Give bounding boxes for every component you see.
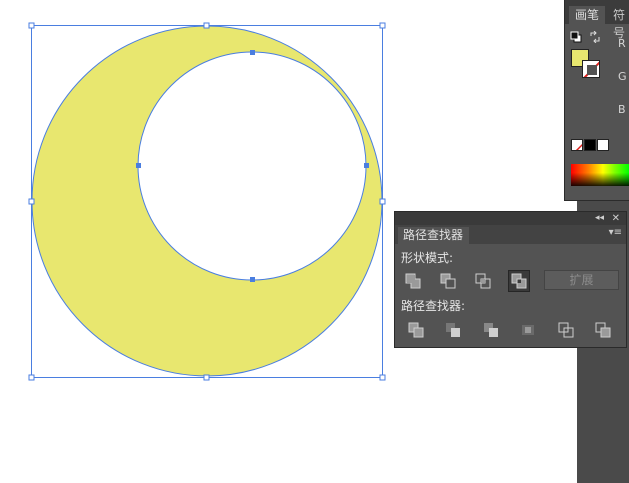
trim-button[interactable]: [442, 319, 464, 341]
minus-back-icon: [595, 322, 611, 338]
outline-button[interactable]: [555, 319, 577, 341]
unite-icon: [405, 273, 421, 289]
stroke-swatch[interactable]: [582, 60, 600, 78]
pathfinder-panel: ◂◂ ✕ 路径查找器 ▾≡ 形状模式: 扩展 路径查找器:: [394, 211, 627, 348]
anchor-point[interactable]: [364, 163, 369, 168]
bbox-handle-bottom-right[interactable]: [379, 374, 386, 381]
minus-front-button[interactable]: [437, 270, 459, 292]
merge-button[interactable]: [480, 319, 502, 341]
panel-menu-icon[interactable]: ▾≡: [609, 227, 622, 238]
default-colors-icon[interactable]: [570, 31, 582, 43]
tab-brushes[interactable]: 画笔: [569, 6, 606, 24]
bbox-handle-left[interactable]: [28, 198, 35, 205]
pathfinders-label: 路径查找器:: [401, 299, 466, 313]
collapse-panel-icon[interactable]: ◂◂: [595, 212, 604, 225]
color-panel-tabbar: 画笔 符号: [565, 0, 629, 40]
anchor-point[interactable]: [250, 50, 255, 55]
intersect-icon: [475, 273, 491, 289]
bbox-handle-top-right[interactable]: [379, 22, 386, 29]
intersect-button[interactable]: [472, 270, 494, 292]
unite-button[interactable]: [402, 270, 424, 292]
white-color-swatch[interactable]: [597, 139, 609, 151]
swap-colors-icon[interactable]: [589, 31, 601, 43]
crop-button[interactable]: [517, 319, 539, 341]
panel-titlebar[interactable]: ◂◂ ✕: [395, 212, 626, 225]
crescent-shape[interactable]: [31, 25, 382, 377]
divide-icon: [408, 322, 424, 338]
anchor-point[interactable]: [250, 277, 255, 282]
black-color-swatch[interactable]: [584, 139, 596, 151]
close-panel-icon[interactable]: ✕: [612, 212, 620, 225]
divide-button[interactable]: [405, 319, 427, 341]
color-spectrum-bar[interactable]: [571, 164, 629, 186]
bbox-handle-top-left[interactable]: [28, 22, 35, 29]
channel-label-g: G: [618, 70, 627, 83]
crop-icon: [522, 325, 534, 335]
merge-icon: [484, 323, 498, 337]
none-color-swatch[interactable]: [571, 139, 583, 151]
anchor-point[interactable]: [136, 163, 141, 168]
bbox-handle-top[interactable]: [203, 22, 210, 29]
bbox-handle-bottom[interactable]: [203, 374, 210, 381]
exclude-icon: [511, 273, 527, 289]
channel-label-r: R: [618, 37, 626, 50]
bbox-handle-right[interactable]: [379, 198, 386, 205]
exclude-button[interactable]: [508, 270, 530, 292]
outline-icon: [558, 322, 574, 338]
trim-icon: [446, 323, 460, 337]
tab-pathfinder[interactable]: 路径查找器: [398, 227, 469, 244]
tab-symbols[interactable]: 符号: [607, 6, 629, 40]
minus-back-button[interactable]: [592, 319, 614, 341]
pathfinder-tabbar: 路径查找器 ▾≡: [395, 225, 626, 244]
expand-button[interactable]: 扩展: [544, 270, 619, 290]
shape-modes-label: 形状模式:: [401, 251, 454, 265]
channel-label-b: B: [618, 103, 626, 116]
bbox-handle-bottom-left[interactable]: [28, 374, 35, 381]
inner-path-outline: [137, 51, 367, 281]
minus-front-icon: [440, 273, 456, 289]
